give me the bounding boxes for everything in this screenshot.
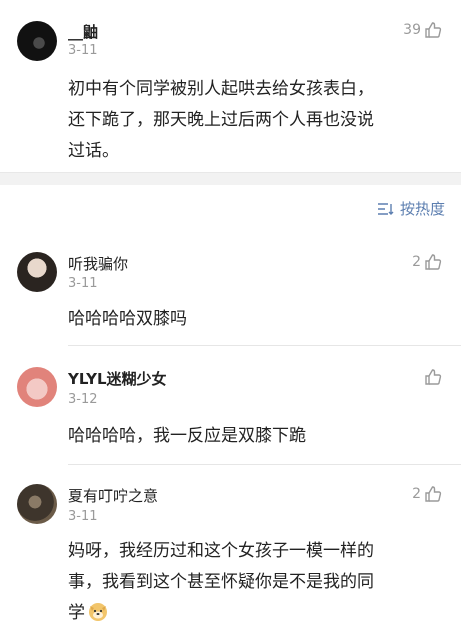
comment-text: 妈呀，我经历过和这个女孩子一模一样的 事，我看到这个甚至怀疑你是不是我的同 学 — [68, 536, 448, 629]
avatar[interactable] — [17, 484, 57, 524]
like-button[interactable]: 2 — [412, 485, 442, 503]
reply-item: YLYL迷糊少女 3-12 哈哈哈哈，我一反应是双膝下跪 — [0, 355, 461, 462]
like-count: 2 — [412, 486, 421, 502]
doge-emoji-icon — [87, 600, 109, 622]
divider — [68, 464, 461, 465]
section-divider — [0, 172, 461, 185]
comment-thread: __鼬 3-11 39 初中有个同学被别人起哄去给女孩表白， 还下跪了，那天晚上… — [0, 0, 461, 629]
comment-line: 事，我看到这个甚至怀疑你是不是我的同 — [68, 572, 374, 592]
reply-item: 夏有叮咛之意 3-11 2 妈呀，我经历过和这个女孩子一模一样的 事，我看到这个… — [0, 472, 461, 629]
thumbs-up-icon — [424, 21, 442, 39]
comment-text: 哈哈哈哈，我一反应是双膝下跪 — [68, 426, 306, 446]
comment-date: 3-12 — [68, 392, 98, 407]
like-count: 39 — [403, 22, 421, 38]
comment-date: 3-11 — [68, 276, 98, 291]
comment-line: 学 — [68, 598, 448, 629]
divider — [68, 345, 461, 346]
comment-line: 过话。 — [68, 141, 119, 161]
comment-text: 初中有个同学被别人起哄去给女孩表白， 还下跪了，那天晚上过后两个人再也没说 过话… — [68, 74, 448, 167]
username[interactable]: YLYL迷糊少女 — [68, 368, 167, 389]
sort-label: 按热度 — [399, 200, 445, 218]
like-count: 2 — [412, 254, 421, 270]
username[interactable]: __鼬 — [68, 21, 98, 42]
main-comment: __鼬 3-11 39 初中有个同学被别人起哄去给女孩表白， 还下跪了，那天晚上… — [0, 0, 461, 172]
comment-line: 还下跪了，那天晚上过后两个人再也没说 — [68, 110, 374, 130]
username[interactable]: 听我骗你 — [68, 253, 128, 274]
thumbs-up-icon — [424, 253, 442, 271]
comment-date: 3-11 — [68, 509, 98, 524]
username[interactable]: 夏有叮咛之意 — [68, 485, 158, 506]
reply-item: 听我骗你 3-11 2 哈哈哈哈双膝吗 — [0, 240, 461, 343]
comment-date: 3-11 — [68, 43, 98, 58]
thumbs-up-icon — [424, 485, 442, 503]
thumbs-up-icon — [424, 368, 442, 386]
sort-icon — [377, 202, 395, 216]
avatar[interactable] — [17, 252, 57, 292]
avatar[interactable] — [17, 367, 57, 407]
comment-line: 妈呀，我经历过和这个女孩子一模一样的 — [68, 541, 374, 561]
like-button[interactable]: 2 — [412, 253, 442, 271]
comment-text: 哈哈哈哈双膝吗 — [68, 309, 187, 329]
avatar[interactable] — [17, 21, 57, 61]
like-button[interactable] — [421, 368, 442, 386]
comment-line-text: 学 — [68, 603, 85, 623]
comment-line: 初中有个同学被别人起哄去给女孩表白， — [68, 79, 374, 99]
like-button[interactable]: 39 — [403, 21, 442, 39]
sort-button[interactable]: 按热度 — [377, 198, 445, 219]
